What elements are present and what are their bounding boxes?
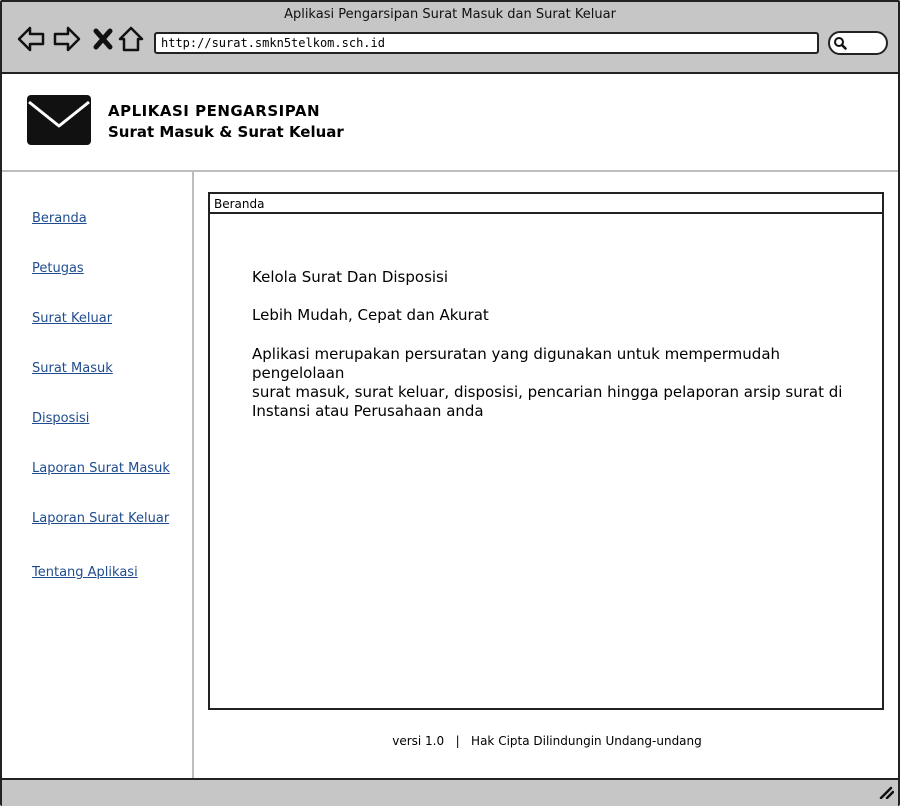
- sidebar-item-laporan-surat-masuk[interactable]: Laporan Surat Masuk: [32, 461, 170, 476]
- sidebar-item-laporan-surat-keluar[interactable]: Laporan Surat Keluar: [32, 511, 169, 526]
- sidebar-item-tentang-aplikasi[interactable]: Tentang Aplikasi: [32, 565, 138, 580]
- browser-search-field[interactable]: [828, 31, 888, 55]
- app-header: APLIKASI PENGARSIPAN Surat Masuk & Surat…: [2, 74, 898, 172]
- description-line: surat masuk, surat keluar, disposisi, pe…: [252, 383, 843, 401]
- welcome-heading: Kelola Surat Dan Disposisi: [252, 268, 449, 286]
- close-icon[interactable]: [88, 24, 118, 54]
- forward-icon[interactable]: [52, 24, 82, 54]
- resize-grip-icon[interactable]: [878, 785, 894, 799]
- sidebar-item-petugas[interactable]: Petugas: [32, 261, 84, 276]
- window-title: Aplikasi Pengarsipan Surat Masuk dan Sur…: [284, 7, 616, 22]
- browser-chrome: Aplikasi Pengarsipan Surat Masuk dan Sur…: [2, 2, 898, 74]
- sidebar-item-surat-keluar[interactable]: Surat Keluar: [32, 311, 112, 326]
- welcome-text: Kelola Surat Dan Disposisi Lebih Mudah, …: [252, 268, 862, 421]
- search-icon: [834, 37, 847, 50]
- sidebar-item-surat-masuk[interactable]: Surat Masuk: [32, 361, 113, 376]
- status-bar: [2, 778, 898, 806]
- footer-text: versi 1.0 | Hak Cipta Dilindungin Undang…: [392, 734, 702, 748]
- description-line: Instansi atau Perusahaan anda: [252, 402, 484, 420]
- sidebar-nav: Beranda Petugas Surat Keluar Surat Masuk…: [2, 172, 194, 778]
- app-title: APLIKASI PENGARSIPAN: [108, 102, 321, 120]
- address-bar[interactable]: http://surat.smkn5telkom.sch.id: [154, 32, 819, 54]
- content-panel: Beranda Kelola Surat Dan Disposisi Lebih…: [208, 192, 884, 710]
- envelope-icon: [26, 94, 92, 146]
- tab-beranda[interactable]: Beranda: [210, 194, 882, 214]
- app-subtitle: Surat Masuk & Surat Keluar: [108, 123, 344, 141]
- footer-copyright: versi 1.0 | Hak Cipta Dilindungin Undang…: [196, 734, 898, 748]
- home-icon[interactable]: [116, 24, 146, 54]
- back-icon[interactable]: [16, 24, 46, 54]
- sidebar-item-beranda[interactable]: Beranda: [32, 211, 87, 226]
- browser-window: Aplikasi Pengarsipan Surat Masuk dan Sur…: [0, 0, 900, 806]
- description-line: Aplikasi merupakan persuratan yang digun…: [252, 345, 781, 382]
- sidebar-item-disposisi[interactable]: Disposisi: [32, 411, 89, 426]
- welcome-tagline: Lebih Mudah, Cepat dan Akurat: [252, 306, 489, 324]
